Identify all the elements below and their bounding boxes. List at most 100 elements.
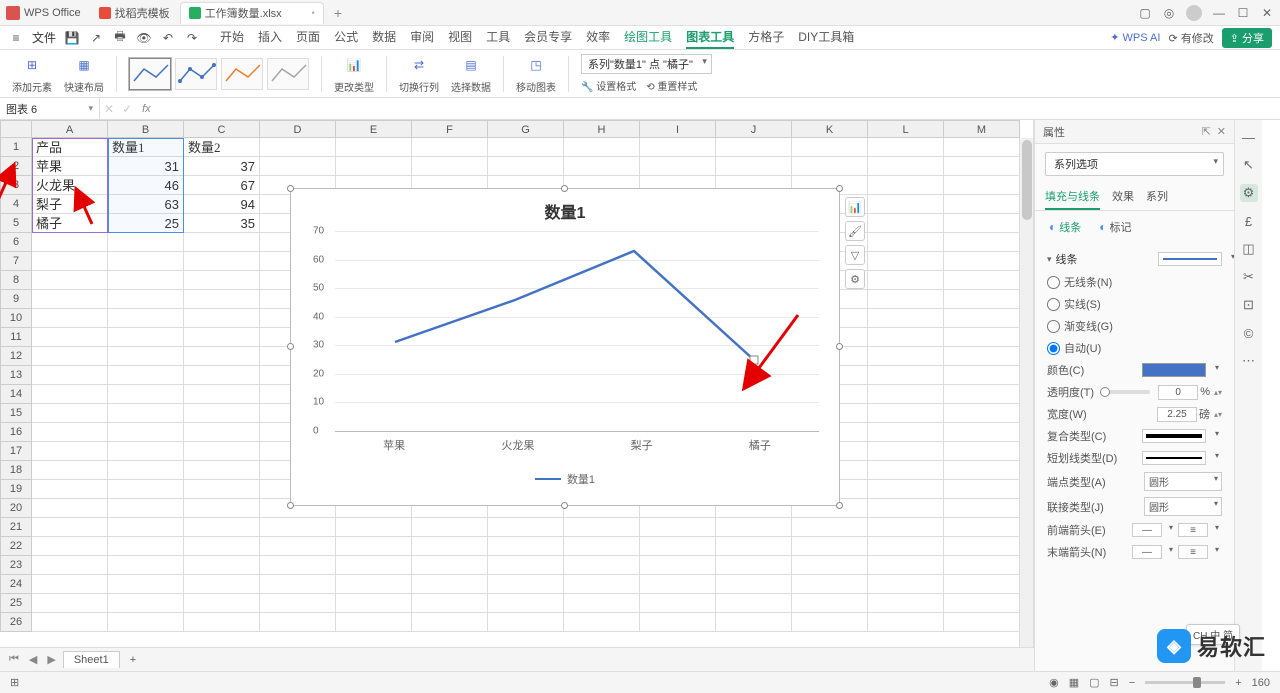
dash-select[interactable] [1142,451,1206,465]
cell[interactable] [184,594,260,613]
cell[interactable] [108,556,184,575]
cell[interactable] [412,138,488,157]
cell[interactable] [640,518,716,537]
cell[interactable] [260,518,336,537]
cell[interactable]: 63 [108,195,184,214]
switch-rowcol-button[interactable]: ⇄ 切换行列 [399,53,439,94]
cell[interactable] [32,594,108,613]
cell[interactable] [336,138,412,157]
tab-start[interactable]: 开始 [220,26,244,49]
cell[interactable] [868,594,944,613]
fx-label[interactable]: fx [136,103,157,115]
cell[interactable] [32,613,108,632]
cell[interactable] [108,423,184,442]
cell[interactable] [944,537,1020,556]
cell[interactable] [488,537,564,556]
cell[interactable] [792,138,868,157]
cell[interactable] [32,290,108,309]
row-header[interactable]: 13 [0,366,32,385]
select-data-button[interactable]: ▤ 选择数据 [451,53,491,94]
col-header-K[interactable]: K [792,120,868,138]
row-header[interactable]: 20 [0,499,32,518]
transparency-value[interactable]: 0 [1158,385,1198,400]
cell[interactable] [868,366,944,385]
cell[interactable] [108,385,184,404]
plot-area[interactable]: 70 60 50 40 30 20 10 0 [335,231,819,431]
cell[interactable] [336,575,412,594]
cell[interactable] [184,252,260,271]
arrow-end-size[interactable]: ≡ [1178,545,1208,559]
cell[interactable] [32,556,108,575]
cell[interactable] [640,138,716,157]
cell[interactable] [184,556,260,575]
cell[interactable] [868,233,944,252]
close-panel-icon[interactable]: ✕ [1217,125,1226,138]
cell[interactable] [32,423,108,442]
cell[interactable] [108,328,184,347]
chart-style-button[interactable]: 🖌 [845,221,865,241]
row-header[interactable]: 9 [0,290,32,309]
cell[interactable] [868,404,944,423]
cell[interactable]: 25 [108,214,184,233]
cell[interactable] [944,214,1020,233]
cell[interactable] [336,594,412,613]
cell[interactable] [944,480,1020,499]
vertical-scrollbar[interactable] [1019,138,1033,679]
row-header[interactable]: 15 [0,404,32,423]
cell[interactable]: 37 [184,157,260,176]
save-icon[interactable]: 💾 [64,30,80,46]
cell[interactable] [716,157,792,176]
cell[interactable] [32,537,108,556]
subtab-marker[interactable]: ◐标记 [1099,219,1131,235]
arrow-start-style[interactable]: — [1132,523,1162,537]
cell[interactable] [32,518,108,537]
cell[interactable] [184,423,260,442]
cell[interactable] [944,442,1020,461]
cell[interactable] [564,556,640,575]
cell[interactable] [412,556,488,575]
cell[interactable]: 94 [184,195,260,214]
tab-diy[interactable]: DIY工具箱 [798,26,854,49]
cell[interactable] [716,537,792,556]
sheet-nav-prev[interactable]: ◀ [26,653,40,666]
cell[interactable] [868,575,944,594]
cell[interactable] [184,309,260,328]
cell[interactable] [792,594,868,613]
cell[interactable] [944,138,1020,157]
cell[interactable] [944,594,1020,613]
cell[interactable] [944,271,1020,290]
cell[interactable] [108,309,184,328]
cell[interactable] [564,575,640,594]
cell[interactable] [868,309,944,328]
sheet-nav-first[interactable]: ⏮ [6,653,22,666]
col-header-C[interactable]: C [184,120,260,138]
cell[interactable] [792,157,868,176]
row-header[interactable]: 17 [0,442,32,461]
tab-fill-line[interactable]: 填充与线条 [1045,184,1100,210]
row-header[interactable]: 22 [0,537,32,556]
tool-zoom[interactable]: ⊡ [1240,296,1258,314]
chart-element-select[interactable]: 系列"数量1" 点 "橘子" [581,54,712,74]
cell[interactable] [944,328,1020,347]
cell[interactable] [868,423,944,442]
tool-brush[interactable]: £ [1240,212,1258,230]
tab-data[interactable]: 数据 [372,26,396,49]
cell[interactable]: 火龙果 [32,176,108,195]
window-hex-icon[interactable]: ◎ [1162,6,1176,20]
minimize-icon[interactable]: — [1212,6,1226,20]
row-header[interactable]: 18 [0,461,32,480]
cell[interactable] [792,537,868,556]
cell[interactable] [336,613,412,632]
width-value[interactable]: 2.25 [1157,407,1197,422]
cell[interactable] [944,518,1020,537]
col-header-F[interactable]: F [412,120,488,138]
cell[interactable] [108,480,184,499]
cell[interactable]: 31 [108,157,184,176]
cell[interactable] [32,309,108,328]
cell[interactable] [108,499,184,518]
arrow-end-style[interactable]: — [1132,545,1162,559]
cell[interactable] [944,195,1020,214]
cell[interactable] [488,575,564,594]
row-header[interactable]: 21 [0,518,32,537]
cell[interactable]: 46 [108,176,184,195]
